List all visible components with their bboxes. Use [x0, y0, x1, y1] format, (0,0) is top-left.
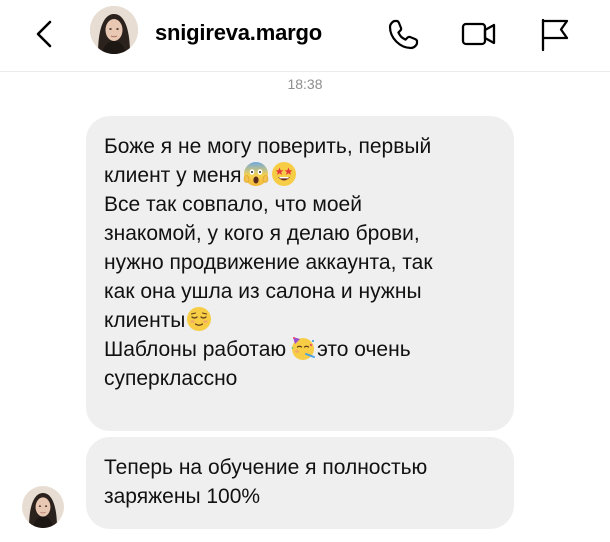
video-camera-icon: [461, 22, 496, 46]
message-text: клиенты: [104, 309, 186, 332]
message-line: нужно продвижение аккаунта, так: [104, 251, 433, 274]
chevron-left-icon: [36, 20, 52, 48]
message-text: это очень: [317, 338, 411, 361]
message-line: Теперь на обучение я полностью: [104, 456, 428, 479]
sender-avatar[interactable]: [22, 486, 64, 528]
flag-icon: [541, 18, 569, 52]
back-button[interactable]: [28, 14, 62, 54]
message-line: суперклассно: [104, 367, 238, 390]
message-line: клиент у меня: [104, 161, 496, 190]
star-struck-emoji: [271, 162, 296, 186]
chat-header: snigireva.margo: [0, 0, 610, 70]
relieved-face-emoji: [187, 307, 212, 331]
message-line: Все так совпало, что моей: [104, 193, 362, 216]
message-bubble[interactable]: Боже я не могу поверить, первый клиент у…: [86, 116, 514, 431]
message-timestamp: 18:38: [287, 76, 323, 92]
call-button[interactable]: [384, 14, 424, 54]
message-line: Шаблоны работаю это очень: [104, 335, 496, 364]
username[interactable]: snigireva.margo: [155, 20, 322, 46]
report-button[interactable]: [535, 14, 575, 54]
message-line: знакомой, у кого я делаю брови,: [104, 222, 420, 245]
message-line: клиенты: [104, 306, 496, 335]
partying-face-emoji: [291, 337, 316, 360]
message-text: Шаблоны работаю: [104, 338, 287, 361]
message-bubble[interactable]: Теперь на обучение я полностью заряжены …: [86, 437, 514, 529]
message-text: клиент у меня: [104, 164, 242, 187]
phone-icon: [388, 19, 419, 50]
message-line: заряжены 100%: [104, 485, 261, 508]
avatar[interactable]: [90, 6, 138, 54]
video-call-button[interactable]: [459, 14, 499, 54]
message-line: Боже я не могу поверить, первый: [104, 135, 432, 158]
message-line: как она ушла из салона и нужны: [104, 280, 422, 303]
header-divider: [0, 71, 610, 72]
screaming-face-emoji: [243, 162, 268, 186]
